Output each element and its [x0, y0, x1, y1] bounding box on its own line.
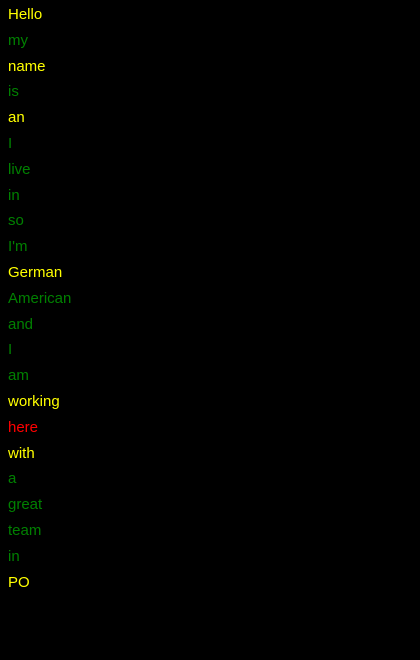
word-item: team	[8, 521, 42, 539]
word-item: so	[8, 212, 24, 230]
word-item: German	[8, 263, 63, 281]
word-item: working	[8, 392, 60, 410]
word-item: with	[8, 444, 35, 462]
word-item: I'm	[8, 238, 28, 256]
word-item: and	[8, 315, 34, 333]
word-item: my	[8, 31, 28, 49]
word-item: live	[8, 160, 31, 178]
word-item: Hello	[8, 6, 43, 23]
word-item: I	[8, 341, 13, 359]
word-item: name	[8, 57, 46, 75]
word-item: am	[8, 367, 29, 385]
word-item: a	[8, 470, 17, 488]
word-item: PO	[8, 573, 30, 591]
word-item: I	[8, 134, 13, 152]
word-item: in	[8, 186, 20, 204]
word-item: is	[8, 83, 19, 101]
word-item: in	[8, 547, 20, 565]
word-item: great	[8, 496, 43, 514]
word-item: an	[8, 109, 25, 127]
word-list: Hello my name is an I live in so I'm Ger…	[8, 5, 71, 598]
word-item: American	[8, 289, 72, 307]
word-item: here	[8, 418, 39, 436]
